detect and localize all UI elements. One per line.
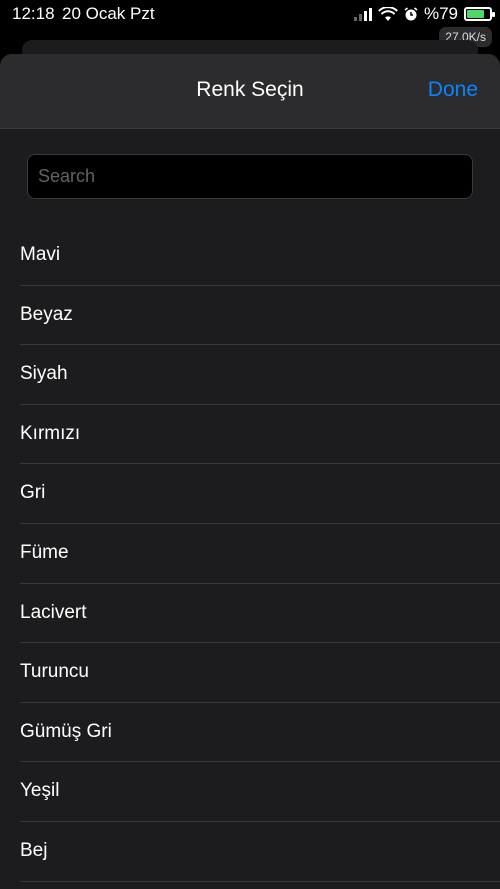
wifi-icon [378,6,398,21]
list-item[interactable]: Yeşil [20,762,500,822]
status-time: 12:18 [12,4,55,23]
search-field [27,154,473,199]
list-item[interactable]: Siyah [20,345,500,405]
battery-fill [467,10,484,18]
search-input[interactable] [28,155,472,198]
list-item[interactable]: Füme [20,524,500,584]
status-date: 20 Ocak Pzt [62,4,155,23]
color-list: Mavi Beyaz Siyah Kırmızı Gri Füme Lacive… [20,226,500,882]
battery-percentage: %79 [423,4,458,23]
done-button[interactable]: Done [428,78,478,102]
status-indicators: %79 [353,4,495,24]
list-item[interactable]: Bej [20,822,500,882]
list-item[interactable]: Lacivert [20,584,500,644]
list-item[interactable]: Gümüş Gri [20,703,500,763]
list-item[interactable]: Mavi [20,226,500,286]
list-item[interactable]: Kırmızı [20,405,500,465]
signal-icon [353,7,372,21]
color-picker-sheet: Renk Seçin Done Mavi Beyaz Siyah Kırmızı… [0,54,500,889]
list-item[interactable]: Gri [20,464,500,524]
status-bar: 12:18 20 Ocak Pzt %79 [0,0,500,28]
battery-icon [464,7,495,21]
sheet-header: Renk Seçin Done [0,54,500,129]
sheet-title: Renk Seçin [196,78,304,101]
list-item[interactable]: Beyaz [20,286,500,346]
alarm-clock-icon [404,6,418,20]
list-item[interactable]: Turuncu [20,643,500,703]
